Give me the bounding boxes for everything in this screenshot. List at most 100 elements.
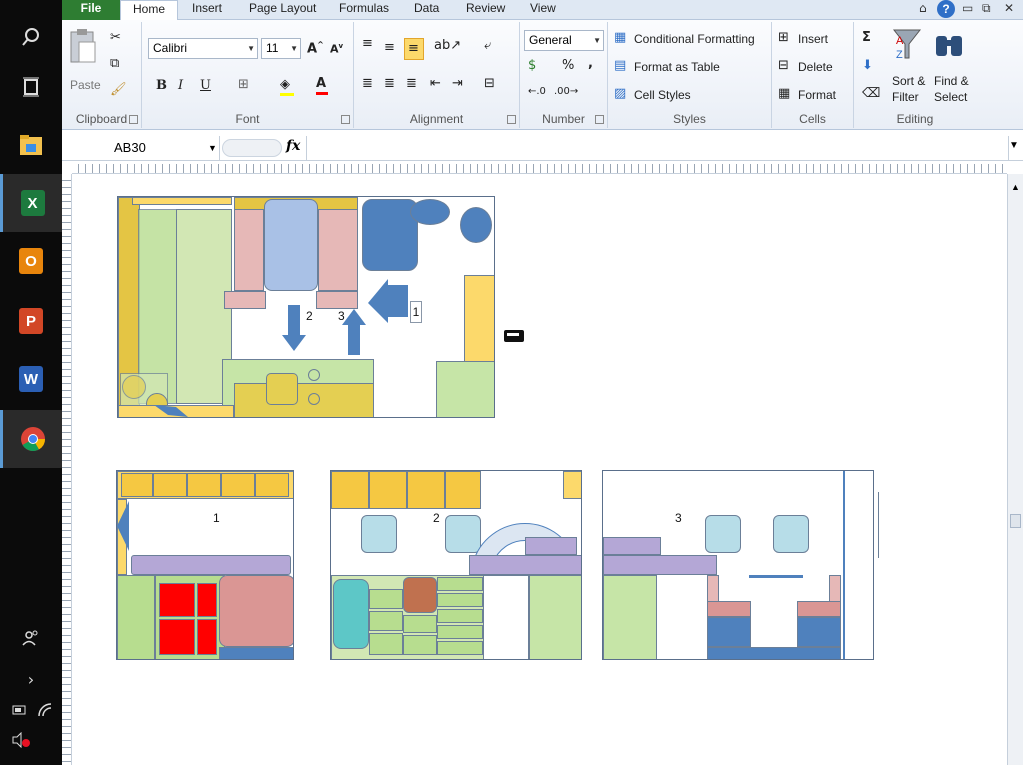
plan-shape (707, 647, 841, 659)
window-close-icon[interactable]: ✕ (1004, 1, 1014, 15)
orientation-icon[interactable]: ab↗ (434, 38, 461, 53)
plan-shape (361, 515, 397, 553)
plan-shape (369, 589, 403, 609)
powerpoint-taskbar-button[interactable]: P (0, 292, 62, 350)
clear-icon[interactable]: ⌫ (862, 86, 880, 101)
plan-shape (705, 515, 741, 553)
find-select-button[interactable]: Find & Select (934, 28, 974, 108)
window-minimize-icon[interactable]: ▭ (962, 1, 973, 15)
arrow-label-1: 1 (410, 301, 422, 323)
drawing-marker (504, 330, 524, 342)
expand-formula-bar-icon[interactable]: ▼ (1009, 140, 1019, 151)
plan-shape (707, 617, 751, 647)
sort-filter-button[interactable]: AZ Sort & Filter (892, 28, 932, 108)
paste-button[interactable]: Paste (68, 28, 104, 92)
wrap-text-icon[interactable]: ⤶ (484, 38, 491, 53)
font-launcher-icon[interactable] (341, 115, 350, 124)
align-bottom-icon: ≡ (408, 41, 419, 56)
increase-decimal-icon[interactable]: ←.0 (528, 86, 546, 97)
people-icon[interactable] (0, 628, 62, 652)
plan-shape (221, 473, 255, 497)
font-size-combo[interactable]: 11 ▼ (261, 38, 301, 59)
tab-file[interactable]: File (62, 0, 120, 20)
tab-home[interactable]: Home (120, 0, 178, 21)
fill-icon[interactable]: ⬇ (862, 58, 873, 73)
italic-button[interactable]: I (178, 78, 183, 93)
bold-button[interactable]: B (156, 78, 167, 93)
paste-icon (70, 29, 96, 63)
formula-bar-splitter[interactable] (222, 139, 282, 157)
name-box[interactable]: AB30 ▼ (62, 136, 220, 160)
excel-window: File Home Insert Page Layout Formulas Da… (62, 0, 1023, 765)
autosum-button[interactable]: Σ (862, 30, 871, 45)
align-bottom-button[interactable]: ≡ (404, 38, 424, 60)
tab-view[interactable]: View (530, 0, 556, 20)
align-middle-icon[interactable]: ≡ (384, 40, 395, 55)
insert-cells-button[interactable]: ⊞ Insert (778, 30, 850, 50)
format-cells-button[interactable]: ▦ Format (778, 86, 850, 106)
format-as-table-button[interactable]: ▤ Format as Table (614, 58, 770, 78)
delete-cells-button[interactable]: ⊟ Delete (778, 58, 850, 78)
tab-review[interactable]: Review (466, 0, 505, 20)
plan-shape (369, 611, 403, 631)
format-as-table-icon: ▤ (614, 58, 627, 73)
grow-font-icon[interactable]: A^ (307, 40, 324, 56)
insert-function-button[interactable]: fx (286, 138, 300, 154)
cut-icon[interactable]: ✂ (110, 30, 121, 45)
tab-page-layout[interactable]: Page Layout (249, 0, 316, 20)
plan-shape (219, 647, 293, 659)
chrome-taskbar-button[interactable] (0, 410, 62, 468)
cell-styles-button[interactable]: ▨ Cell Styles (614, 86, 770, 106)
plan-shape (197, 583, 217, 617)
vertical-scrollbar[interactable]: ▲ (1007, 174, 1023, 765)
plan-shape (117, 501, 129, 551)
decrease-indent-icon[interactable]: ⇤ (430, 76, 441, 91)
plan-shape (529, 575, 581, 659)
volume-muted-icon[interactable] (0, 731, 52, 752)
align-right-icon[interactable]: ≣ (406, 76, 417, 91)
conditional-formatting-button[interactable]: ▦ Conditional Formatting (614, 30, 770, 50)
tab-insert[interactable]: Insert (192, 0, 222, 20)
comma-style-button[interactable]: , (588, 56, 593, 71)
plan-shape (407, 471, 445, 509)
number-format-combo[interactable]: General ▼ (524, 30, 604, 51)
window-restore-icon[interactable]: ⧉ (982, 1, 991, 16)
file-explorer-icon[interactable] (0, 116, 62, 174)
word-taskbar-button[interactable]: W (0, 350, 62, 408)
align-center-icon[interactable]: ≣ (384, 76, 395, 91)
accounting-format-icon[interactable]: $ (528, 58, 536, 73)
copy-icon[interactable]: ⧉ (110, 56, 119, 71)
editing-group-label: Editing (896, 112, 934, 126)
decrease-decimal-icon[interactable]: .00→ (554, 86, 578, 97)
tab-data[interactable]: Data (414, 0, 439, 20)
minimize-ribbon-icon[interactable]: ⌂ (919, 1, 927, 15)
font-group: Calibri ▼ 11 ▼ A^ Av B I U ⊞ ◈ A Font (142, 22, 354, 128)
scroll-thumb[interactable] (1010, 514, 1021, 528)
tab-formulas[interactable]: Formulas (339, 0, 389, 20)
task-view-icon[interactable] (0, 58, 62, 116)
plan-shape (437, 593, 483, 607)
align-left-icon[interactable]: ≣ (362, 76, 373, 91)
plan-shape (331, 471, 369, 509)
percent-style-button[interactable]: % (562, 58, 574, 73)
elevation-view-3: 3 (602, 470, 874, 660)
shrink-font-icon[interactable]: Av (330, 42, 343, 56)
outlook-taskbar-button[interactable]: O (0, 232, 62, 290)
formula-input[interactable] (306, 136, 1009, 160)
alignment-launcher-icon[interactable] (507, 115, 516, 124)
scroll-up-icon[interactable]: ▲ (1011, 182, 1020, 192)
font-name-combo[interactable]: Calibri ▼ (148, 38, 258, 59)
increase-indent-icon[interactable]: ⇥ (452, 76, 463, 91)
chevron-right-icon[interactable]: › (0, 670, 62, 689)
underline-button[interactable]: U (200, 78, 211, 93)
borders-icon[interactable]: ⊞ (238, 77, 249, 92)
font-color-icon[interactable]: A (316, 76, 328, 95)
fill-color-icon[interactable]: ◈ (280, 77, 294, 96)
excel-taskbar-button[interactable]: X (0, 174, 62, 232)
number-launcher-icon[interactable] (595, 115, 604, 124)
clipboard-launcher-icon[interactable] (129, 115, 138, 124)
merge-center-icon[interactable]: ⊟ (484, 76, 495, 91)
align-top-icon[interactable]: ≡ (362, 36, 373, 51)
format-painter-icon[interactable]: 🖌 (110, 82, 127, 97)
help-icon[interactable]: ? (937, 0, 955, 18)
